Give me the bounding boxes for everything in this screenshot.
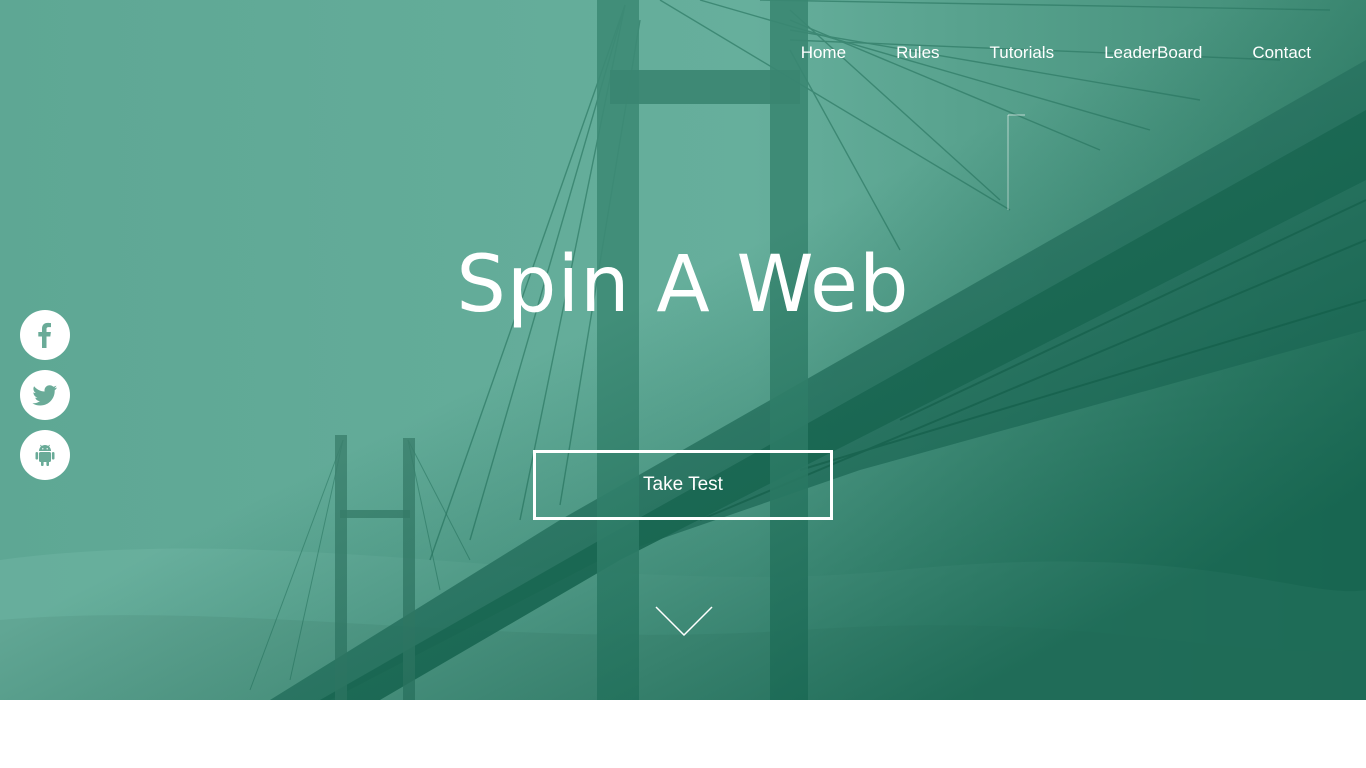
chevron-down-icon[interactable] — [654, 605, 714, 638]
twitter-icon — [32, 385, 57, 406]
take-test-button[interactable]: Take Test — [533, 450, 833, 520]
android-icon — [35, 444, 55, 466]
hero-section: Home Rules Tutorials LeaderBoard Contact… — [0, 0, 1366, 700]
social-links — [20, 310, 70, 490]
nav-leaderboard-link[interactable]: LeaderBoard — [1104, 40, 1202, 66]
nav-home-link[interactable]: Home — [801, 40, 846, 66]
bridge-background-image — [0, 0, 1366, 700]
hero-title: Spin A Web — [456, 240, 910, 330]
page-content-area — [0, 700, 1366, 768]
nav-contact-link[interactable]: Contact — [1252, 40, 1311, 66]
twitter-button[interactable] — [20, 370, 70, 420]
nav-tutorials-link[interactable]: Tutorials — [990, 40, 1055, 66]
nav-rules-link[interactable]: Rules — [896, 40, 939, 66]
main-nav: Home Rules Tutorials LeaderBoard Contact — [801, 40, 1311, 66]
android-button[interactable] — [20, 430, 70, 480]
facebook-icon — [38, 322, 51, 348]
facebook-button[interactable] — [20, 310, 70, 360]
